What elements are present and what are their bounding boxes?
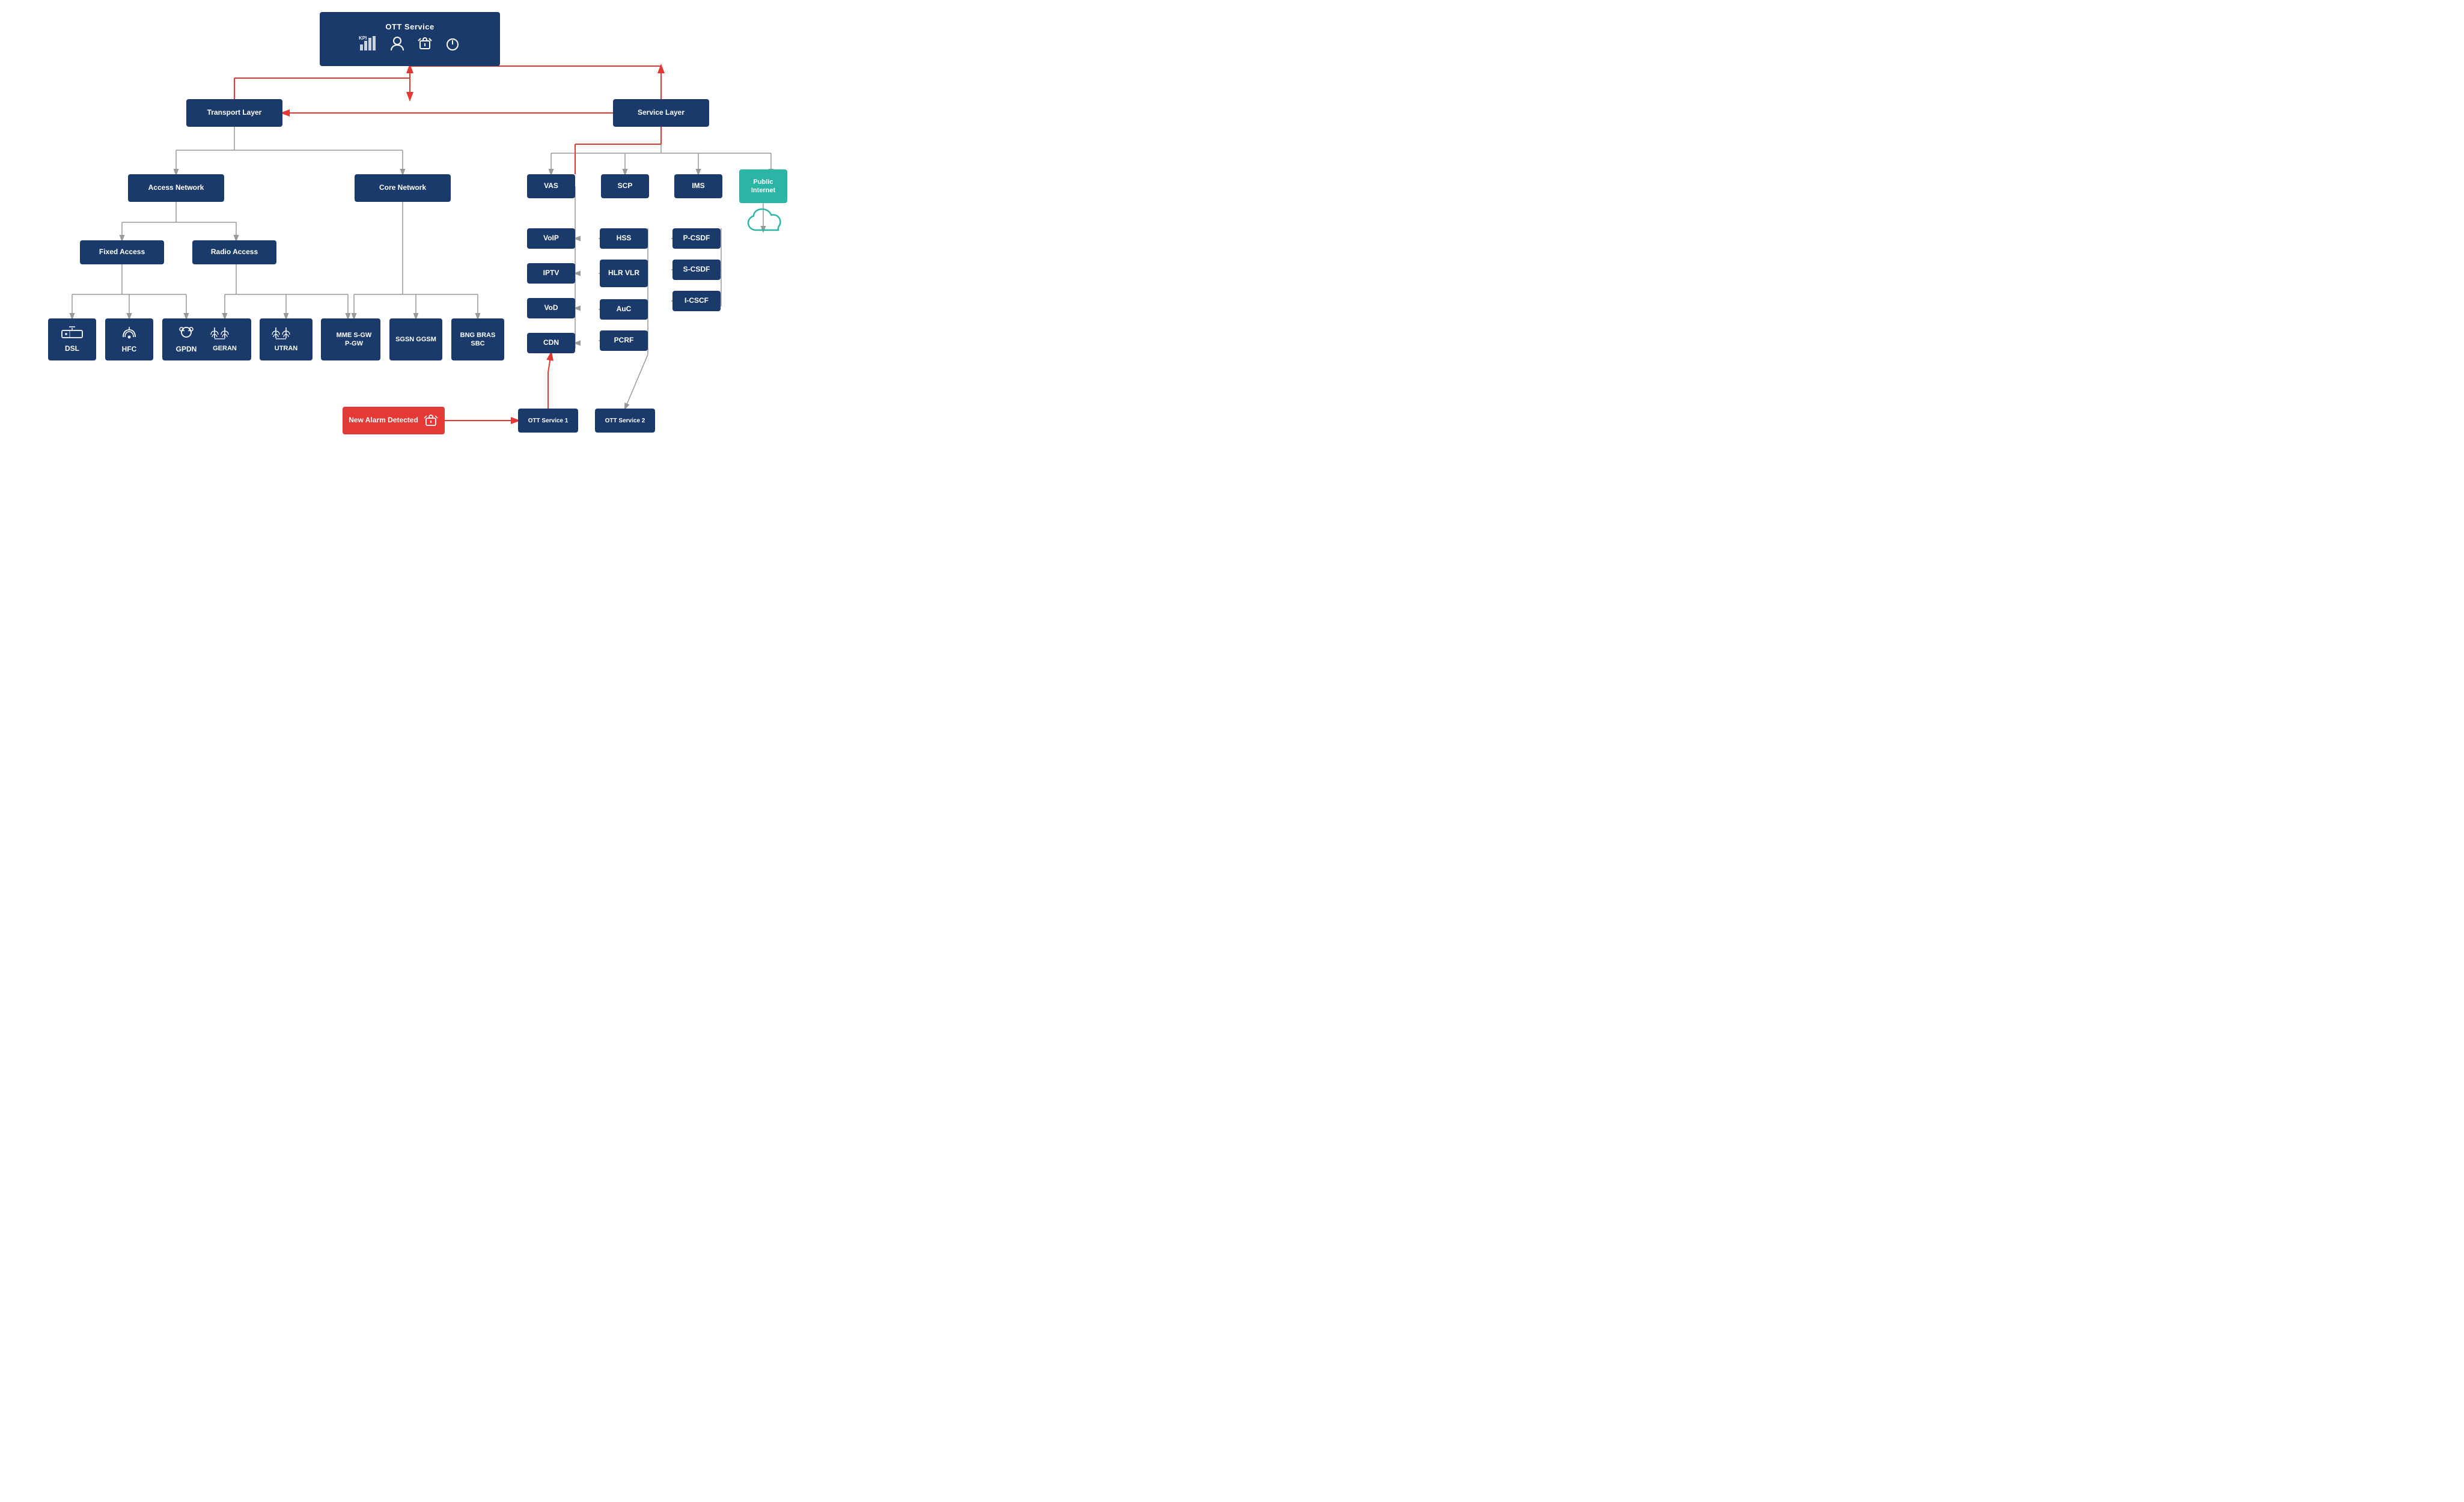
vod-label: VoD (544, 303, 558, 313)
vas-label: VAS (544, 181, 558, 191)
transport-label: Transport Layer (207, 108, 262, 118)
cdn-node[interactable]: CDN (527, 333, 575, 353)
geran-node[interactable]: GERAN (198, 318, 251, 360)
new-alarm-node[interactable]: New Alarm Detected (343, 407, 445, 434)
cdn-label: CDN (543, 338, 559, 348)
geran-icon (210, 326, 240, 342)
public-internet-label: Public Internet (744, 178, 782, 195)
hss-node[interactable]: HSS (600, 228, 648, 249)
alarm-detected-icon (423, 413, 439, 428)
ims-node[interactable]: IMS (674, 174, 722, 198)
diagram: OTT Service KPI Transport Layer Service … (0, 0, 821, 541)
iptv-label: IPTV (543, 269, 560, 278)
access-network-node[interactable]: Access Network (128, 174, 224, 202)
radio-access-label: Radio Access (211, 248, 258, 257)
bng-label: BNG BRAS SBC (456, 331, 499, 348)
voip-label: VoIP (543, 234, 559, 243)
sgsn-node[interactable]: SGSN GGSM (389, 318, 442, 360)
ott1-label: OTT Service 1 (528, 417, 569, 425)
core-network-label: Core Network (379, 183, 426, 193)
utran-icon (271, 326, 301, 342)
sgsn-label: SGSN GGSM (395, 335, 436, 344)
auc-node[interactable]: AuC (600, 299, 648, 320)
hlr-node[interactable]: HLR VLR (600, 260, 648, 287)
pcsdf-node[interactable]: P-CSDF (672, 228, 721, 249)
hss-label: HSS (617, 234, 632, 243)
gpdn-label: GPDN (176, 345, 197, 354)
gpdn-icon (176, 325, 197, 342)
access-network-label: Access Network (148, 183, 204, 193)
timer-icon (444, 35, 461, 56)
pcsdf-label: P-CSDF (683, 234, 710, 243)
icscf-label: I-CSCF (685, 296, 709, 306)
mme-label: MME S-GW P-GW (332, 331, 376, 348)
utran-node[interactable]: UTRAN (260, 318, 313, 360)
ott-service-1-node[interactable]: OTT Service 1 (518, 409, 578, 433)
fixed-access-node[interactable]: Fixed Access (80, 240, 164, 264)
core-network-node[interactable]: Core Network (355, 174, 451, 202)
scsdf-node[interactable]: S-CSDF (672, 260, 721, 280)
hfc-node[interactable]: HFC (105, 318, 153, 360)
kpi-icon: KPI (359, 35, 378, 56)
radio-access-node[interactable]: Radio Access (192, 240, 276, 264)
dsl-node[interactable]: DSL (48, 318, 96, 360)
scp-node[interactable]: SCP (601, 174, 649, 198)
vas-node[interactable]: VAS (527, 174, 575, 198)
bng-node[interactable]: BNG BRAS SBC (451, 318, 504, 360)
alarm-icon (416, 35, 433, 56)
dsl-label: DSL (65, 344, 79, 354)
mme-node[interactable]: MME S-GW P-GW (328, 318, 380, 360)
hlr-label: HLR VLR (608, 269, 639, 278)
alarm-detected-label: New Alarm Detected (349, 416, 418, 425)
scsdf-label: S-CSDF (683, 265, 710, 275)
cloud-icon (745, 207, 787, 240)
hfc-icon (120, 325, 139, 342)
pcrf-label: PCRF (614, 336, 634, 345)
hfc-label: HFC (122, 345, 137, 354)
ott-icons-row: KPI (359, 35, 461, 56)
iptv-node[interactable]: IPTV (527, 263, 575, 284)
dsl-icon (61, 326, 83, 342)
icscf-node[interactable]: I-CSCF (672, 291, 721, 311)
svg-text:KPI: KPI (359, 35, 367, 41)
transport-layer-node[interactable]: Transport Layer (186, 99, 282, 127)
service-layer-node[interactable]: Service Layer (613, 99, 709, 127)
voip-node[interactable]: VoIP (527, 228, 575, 249)
ims-label: IMS (692, 181, 704, 191)
pcrf-node[interactable]: PCRF (600, 330, 648, 351)
ott-service-label: OTT Service (385, 22, 434, 32)
public-internet-node[interactable]: Public Internet (739, 169, 787, 203)
auc-label: AuC (617, 305, 632, 314)
ott-service-node[interactable]: OTT Service KPI (320, 12, 500, 66)
ott-service-2-node[interactable]: OTT Service 2 (595, 409, 655, 433)
user-icon (389, 35, 406, 56)
fixed-access-label: Fixed Access (99, 248, 145, 257)
scp-label: SCP (618, 181, 633, 191)
geran-label: GERAN (213, 344, 237, 353)
utran-label: UTRAN (275, 344, 298, 353)
vod-node[interactable]: VoD (527, 298, 575, 318)
service-label: Service Layer (638, 108, 685, 118)
ott2-label: OTT Service 2 (605, 417, 645, 425)
